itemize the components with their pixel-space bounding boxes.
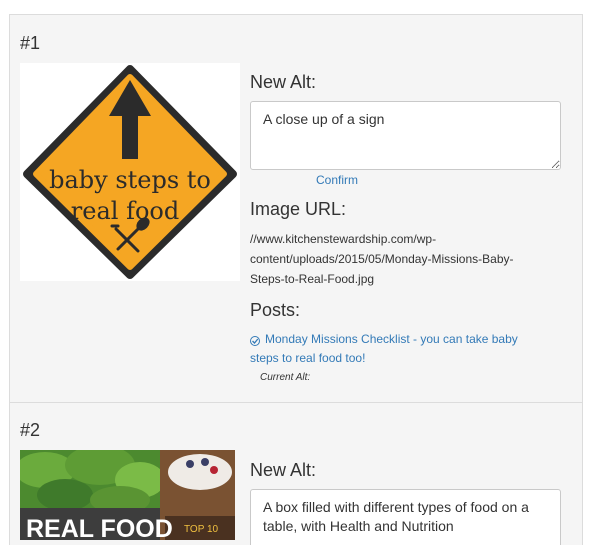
real-food-image: REAL FOOD TOP 10: [20, 450, 235, 540]
new-alt-textarea[interactable]: A close up of a sign: [250, 101, 561, 170]
image-url-line: Steps-to-Real-Food.jpg: [250, 272, 375, 286]
new-alt-label: New Alt:: [250, 72, 317, 92]
image-url-line: content/uploads/2015/05/Monday-Missions-…: [250, 252, 514, 266]
image-url-text: //www.kitchenstewardship.com/wp- content…: [250, 229, 565, 289]
new-alt-label: New Alt:: [250, 460, 317, 480]
checkbox-icon: [250, 336, 260, 346]
item-number: #2: [20, 420, 41, 440]
top-10-badge-text: TOP 10: [184, 524, 219, 535]
post-link-line[interactable]: steps to real food too!: [250, 349, 565, 368]
confirm-button[interactable]: Confirm: [316, 173, 358, 187]
image-thumbnail-real-food: REAL FOOD TOP 10: [20, 450, 235, 540]
image-card-1: #1 baby steps to real food New Alt: A cl…: [10, 15, 582, 401]
image-url-label: Image URL:: [250, 199, 347, 219]
real-food-banner-text: REAL FOOD: [26, 515, 173, 540]
current-alt-label: Current Alt:: [260, 372, 311, 383]
baby-steps-sign-image: baby steps to real food: [20, 63, 240, 281]
item-number: #1: [20, 33, 41, 53]
new-alt-textarea[interactable]: A box filled with different types of foo…: [250, 489, 561, 545]
sign-text-line2: real food: [71, 197, 179, 225]
sign-text-line1: baby steps to: [49, 166, 211, 194]
image-thumbnail-baby-steps: baby steps to real food: [20, 63, 240, 281]
results-panel: #1 baby steps to real food New Alt: A cl…: [9, 14, 583, 545]
posts-label: Posts:: [250, 300, 301, 320]
post-link-line[interactable]: Monday Missions Checklist - you can take…: [250, 330, 565, 349]
image-url-line: //www.kitchenstewardship.com/wp-: [250, 232, 437, 246]
post-link[interactable]: Monday Missions Checklist - you can take…: [250, 330, 565, 368]
image-card-2: #2 REAL FOOD TOP 10 New Alt: A box fille…: [10, 402, 582, 545]
